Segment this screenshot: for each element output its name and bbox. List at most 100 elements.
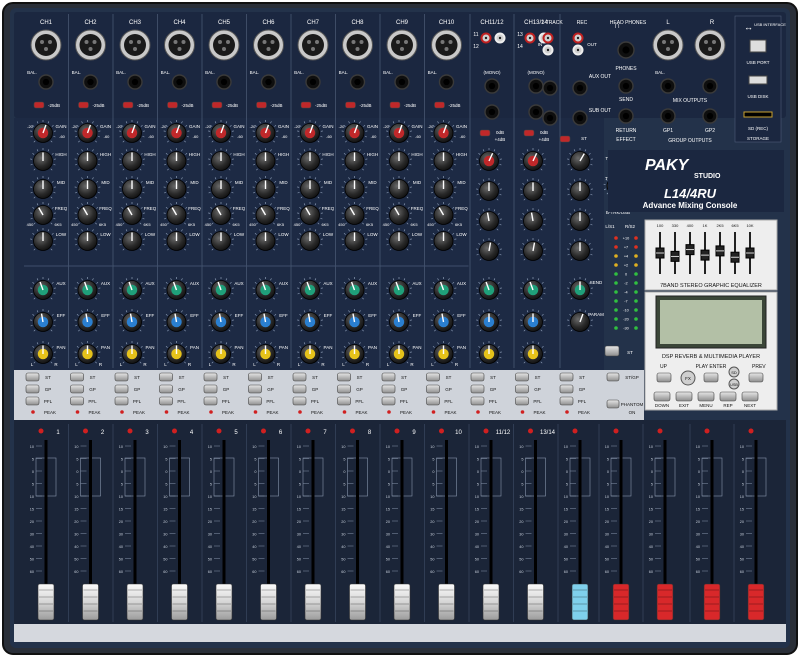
sub-jack[interactable] <box>542 80 558 96</box>
mic-input-xlr[interactable] <box>386 29 418 61</box>
dsp-rep-button[interactable] <box>719 391 737 402</box>
st-button[interactable] <box>114 372 129 382</box>
gp-button[interactable] <box>292 384 307 394</box>
dsp-nav-button[interactable] <box>656 372 672 383</box>
sd-slot[interactable] <box>743 111 773 118</box>
gp-button[interactable] <box>426 384 440 394</box>
mic-input-xlr[interactable] <box>297 29 329 61</box>
stereo-pad-switch[interactable] <box>523 129 535 137</box>
fader-cap[interactable] <box>438 583 455 621</box>
usb-a-port[interactable] <box>748 75 768 85</box>
stereo-line-jack[interactable] <box>528 78 544 94</box>
st-button[interactable] <box>70 372 84 382</box>
fader-cap[interactable] <box>393 583 411 621</box>
pad-switch[interactable] <box>300 101 312 109</box>
fader-cap[interactable] <box>482 583 500 621</box>
mic-input-xlr[interactable] <box>75 29 106 61</box>
st-gp-button[interactable] <box>606 372 620 382</box>
pad-switch[interactable] <box>211 101 223 109</box>
sub-out-jack[interactable] <box>572 110 588 126</box>
line-input-jack[interactable] <box>305 74 321 90</box>
two-track-rca[interactable] <box>542 44 554 56</box>
stereo-pad-switch[interactable] <box>479 129 491 137</box>
fader-cap[interactable] <box>703 583 721 621</box>
line-input-jack[interactable] <box>260 74 277 90</box>
st-button[interactable] <box>203 372 218 382</box>
phantom-button[interactable] <box>606 399 620 409</box>
st-button[interactable] <box>292 372 307 382</box>
line-input-jack[interactable] <box>127 74 143 90</box>
group-out-jack[interactable] <box>702 108 718 124</box>
st-switch[interactable] <box>559 135 571 143</box>
pad-switch[interactable] <box>434 101 445 109</box>
pad-switch[interactable] <box>389 101 401 109</box>
dsp-menu-button[interactable] <box>697 391 715 402</box>
fader-cap[interactable] <box>747 583 765 621</box>
group-out-jack[interactable] <box>660 108 676 124</box>
pfl-button[interactable] <box>70 396 84 406</box>
send-jack[interactable] <box>618 78 634 94</box>
dsp-nav-button[interactable] <box>703 372 719 383</box>
main-out-r-xlr[interactable] <box>694 29 726 61</box>
usb-b-port[interactable] <box>749 39 767 53</box>
st-button[interactable] <box>25 372 40 382</box>
pfl-button[interactable] <box>292 396 307 406</box>
st-button[interactable] <box>426 372 440 382</box>
fader-cap[interactable] <box>82 583 99 621</box>
pfl-button[interactable] <box>381 396 396 406</box>
mic-input-xlr[interactable] <box>30 29 62 61</box>
pfl-button[interactable] <box>248 396 262 406</box>
fader-cap[interactable] <box>571 583 589 621</box>
fader-cap[interactable] <box>612 583 630 621</box>
stereo-line-jack[interactable] <box>484 104 500 120</box>
mic-input-xlr[interactable] <box>431 29 462 61</box>
line-input-jack[interactable] <box>394 74 410 90</box>
pfl-button[interactable] <box>515 396 529 406</box>
gp-button[interactable] <box>515 384 529 394</box>
st-button[interactable] <box>470 372 485 382</box>
gp-button[interactable] <box>559 384 574 394</box>
st-button[interactable] <box>381 372 396 382</box>
gp-button[interactable] <box>381 384 396 394</box>
fader-cap[interactable] <box>656 583 674 621</box>
stereo-line-jack[interactable] <box>528 104 544 120</box>
fader-cap[interactable] <box>215 583 233 621</box>
sub-jack[interactable] <box>542 110 558 126</box>
rca-input[interactable] <box>494 32 506 44</box>
fader-cap[interactable] <box>527 583 544 621</box>
mic-input-xlr[interactable] <box>342 29 373 61</box>
pfl-button[interactable] <box>159 396 173 406</box>
line-input-jack[interactable] <box>38 74 54 90</box>
line-input-jack[interactable] <box>82 74 99 90</box>
pfl-button[interactable] <box>470 396 485 406</box>
pfl-button[interactable] <box>337 396 351 406</box>
rca-input[interactable] <box>524 32 536 44</box>
mic-input-xlr[interactable] <box>208 29 240 61</box>
main-out-l-xlr[interactable] <box>652 29 684 61</box>
pfl-button[interactable] <box>25 396 40 406</box>
gp-button[interactable] <box>203 384 218 394</box>
st-button[interactable] <box>159 372 173 382</box>
dsp-next-button[interactable] <box>741 391 759 402</box>
fader-cap[interactable] <box>171 583 188 621</box>
mic-input-xlr[interactable] <box>253 29 284 61</box>
fader-cap[interactable] <box>260 583 277 621</box>
pfl-button[interactable] <box>426 396 440 406</box>
pfl-button[interactable] <box>203 396 218 406</box>
pad-switch[interactable] <box>78 101 89 109</box>
line-input-jack[interactable] <box>349 74 366 90</box>
pfl-button[interactable] <box>559 396 574 406</box>
pad-switch[interactable] <box>345 101 356 109</box>
st-button[interactable] <box>337 372 351 382</box>
mix-out-jack[interactable] <box>660 78 676 94</box>
gp-button[interactable] <box>25 384 40 394</box>
fader-cap[interactable] <box>37 583 55 621</box>
gp-button[interactable] <box>470 384 485 394</box>
line-input-jack[interactable] <box>171 74 188 90</box>
mic-input-xlr[interactable] <box>119 29 151 61</box>
pfl-button[interactable] <box>114 396 129 406</box>
pad-switch[interactable] <box>256 101 267 109</box>
pad-switch[interactable] <box>122 101 134 109</box>
st-button[interactable] <box>515 372 529 382</box>
rec-rca[interactable] <box>572 44 584 56</box>
